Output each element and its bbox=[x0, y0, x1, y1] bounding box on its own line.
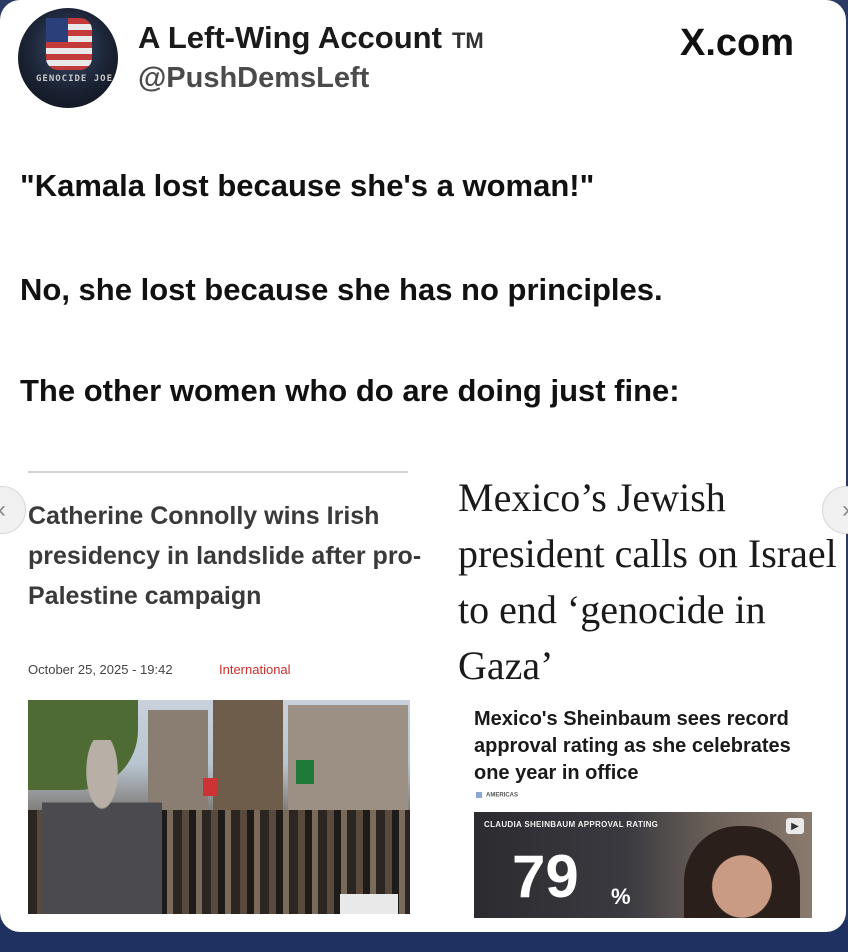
photo-flag bbox=[203, 778, 217, 796]
avatar[interactable]: GENOCIDE JOE bbox=[18, 8, 118, 108]
photo-overlay-box bbox=[340, 894, 398, 914]
photo-flag bbox=[296, 760, 314, 784]
post-text-line-3: The other women who do are doing just fi… bbox=[20, 373, 680, 408]
speaker-icon[interactable]: ▶ bbox=[786, 818, 804, 834]
approval-rating-panel: CLAUDIA SHEINBAUM APPROVAL RATING ▶ 79 % bbox=[474, 812, 812, 918]
author-name[interactable]: A Left-Wing Account TM bbox=[138, 20, 484, 56]
article-divider bbox=[28, 471, 408, 473]
post-text-line-2: No, she lost because she has no principl… bbox=[20, 272, 663, 307]
approval-panel-title: CLAUDIA SHEINBAUM APPROVAL RATING bbox=[484, 820, 659, 829]
flag-icon bbox=[46, 18, 92, 70]
approval-percent-sign: % bbox=[611, 884, 631, 909]
portrait-image bbox=[684, 826, 800, 918]
photo-building bbox=[213, 700, 283, 820]
author-handle[interactable]: @PushDemsLeft bbox=[138, 62, 369, 95]
post-text-line-1: "Kamala lost because she's a woman!" bbox=[20, 168, 595, 203]
irish-article-category: International bbox=[219, 662, 291, 677]
source-brand: X.com bbox=[680, 22, 795, 64]
post-card: GENOCIDE JOE A Left-Wing Account TM @Push… bbox=[0, 0, 846, 932]
trademark-mark: TM bbox=[451, 28, 484, 53]
irish-article-headline: Catherine Connolly wins Irish presidency… bbox=[28, 502, 422, 610]
mexico-article-headline: Mexico’s Jewish president calls on Israe… bbox=[458, 475, 837, 688]
irish-article-photo bbox=[28, 700, 410, 914]
irish-article-date: October 25, 2025 - 19:42 bbox=[28, 662, 173, 677]
author-name-text: A Left-Wing Account bbox=[138, 20, 442, 55]
mexico-article-subheadline: Mexico's Sheinbaum sees record approval … bbox=[474, 708, 791, 784]
avatar-caption: GENOCIDE JOE bbox=[36, 74, 114, 84]
photo-speaker bbox=[42, 740, 162, 914]
mexico-section-tag: AMERICAS bbox=[476, 792, 518, 799]
approval-percentage: 79 bbox=[512, 843, 579, 910]
